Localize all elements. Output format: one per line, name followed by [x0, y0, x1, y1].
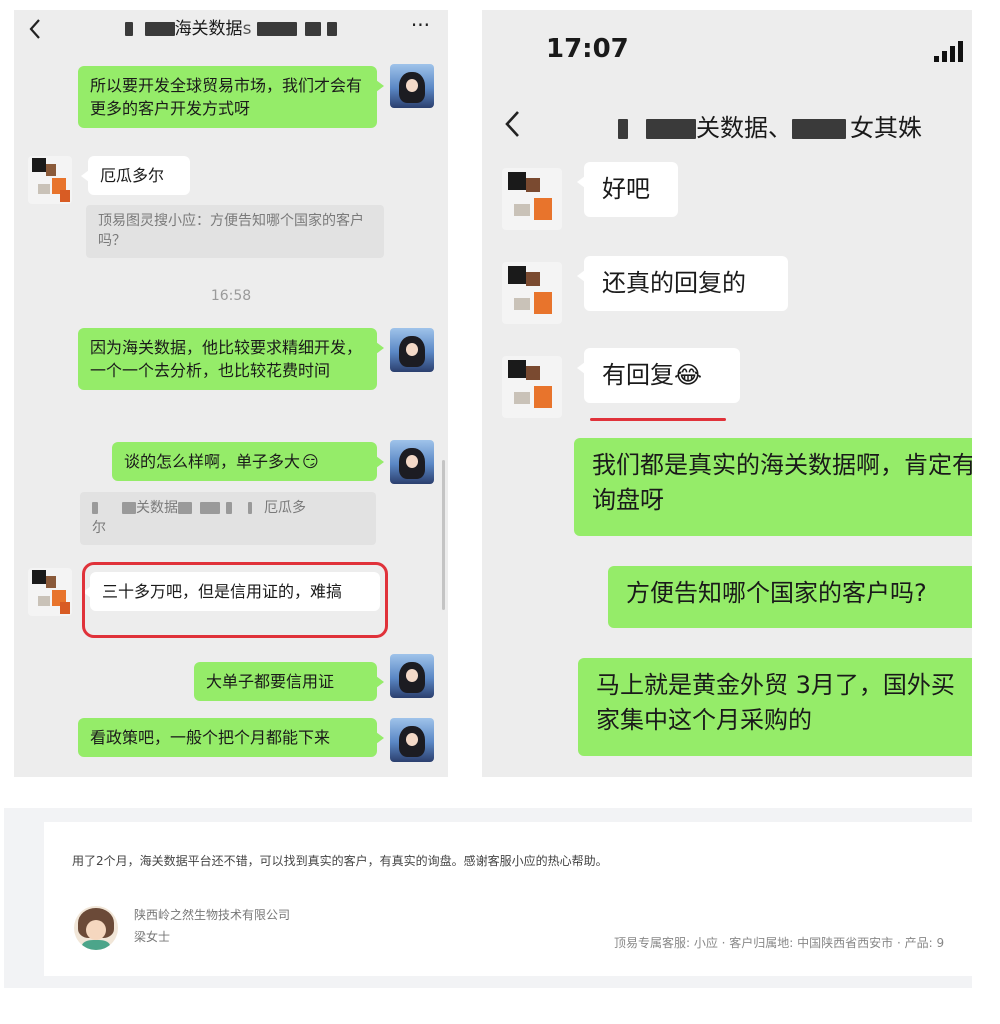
message-text: 厄瓜多尔 [100, 166, 165, 185]
chat-title: 海关数据s [124, 19, 338, 39]
back-icon[interactable] [502, 106, 524, 146]
message-bubble-outgoing[interactable]: 谈的怎么样啊，单子多大 😏 [112, 442, 384, 482]
message-bubble-incoming[interactable]: 厄瓜多尔 [81, 156, 190, 196]
highlight-underline [590, 418, 726, 421]
more-icon[interactable]: ··· [411, 10, 430, 44]
message-text: 我们都是真实的海关数据啊，肯定有询盘呀 [592, 451, 972, 514]
contact-avatar[interactable] [502, 262, 562, 324]
highlight-box [82, 562, 388, 638]
contact-avatar[interactable] [502, 168, 562, 230]
contact-avatar[interactable] [28, 568, 72, 616]
reviewer-name: 梁女士 [134, 930, 171, 944]
left-chat-screenshot: 海关数据s ··· 所以要开发全球贸易市场，我们才会有更多的客户开发方式呀 厄瓜… [14, 10, 448, 777]
quoted-reply[interactable]: 顶易图灵搜小应：方便告知哪个国家的客户吗？ [86, 205, 384, 258]
reviewer-company: 陕西岭之然生物技术有限公司 [134, 908, 291, 922]
message-bubble-incoming[interactable]: 好吧 [577, 162, 678, 217]
message-bubble-outgoing[interactable]: 大单子都要信用证 [194, 662, 384, 702]
timestamp: 16:58 [210, 288, 252, 304]
message-bubble-outgoing[interactable]: 因为海关数据，他比较要求精细开发，一个一个去分析，也比较花费时间 [78, 328, 384, 391]
my-avatar[interactable] [390, 718, 434, 762]
message-bubble-outgoing[interactable]: 方便告知哪个国家的客户吗? [608, 566, 972, 628]
message-text: 看政策吧，一般个把个月都能下来 [90, 728, 331, 747]
my-avatar[interactable] [390, 654, 434, 698]
message-bubble-incoming[interactable]: 有回复😂 [577, 348, 740, 403]
message-text: 还真的回复的 [602, 269, 746, 297]
reviewer-avatar [74, 906, 118, 950]
contact-avatar[interactable] [28, 156, 72, 204]
my-avatar[interactable] [390, 328, 434, 372]
review-meta: 顶易专属客服: 小应 · 客户归属地: 中国陕西省西安市 · 产品: 9 [614, 936, 945, 950]
message-text: 所以要开发全球贸易市场，我们才会有更多的客户开发方式呀 [90, 76, 363, 119]
contact-avatar[interactable] [502, 356, 562, 418]
chat-title: 关数据、 女其姝 [618, 108, 922, 143]
message-text: 方便告知哪个国家的客户吗? [626, 579, 927, 607]
message-bubble-outgoing[interactable]: 我们都是真实的海关数据啊，肯定有询盘呀 [574, 438, 972, 536]
right-chat-screenshot: 17:07 关数据、 女其姝 好吧 还真的回复的 有回复😂 我们都是真实的海关数… [482, 10, 972, 777]
left-chat-header: 海关数据s ··· [14, 10, 448, 50]
message-bubble-outgoing[interactable]: 所以要开发全球贸易市场，我们才会有更多的客户开发方式呀 [78, 66, 384, 129]
message-text: 有回复 [602, 361, 674, 389]
message-text: 谈的怎么样啊，单子多大 [124, 452, 301, 471]
message-text: 大单子都要信用证 [206, 672, 335, 691]
message-bubble-outgoing[interactable]: 马上就是黄金外贸 3月了，国外买家集中这个月采购的 [578, 658, 972, 756]
my-avatar[interactable] [390, 440, 434, 484]
my-avatar[interactable] [390, 64, 434, 108]
quoted-text: 顶易图灵搜小应：方便告知哪个国家的客户吗？ [98, 213, 364, 250]
laughing-emoji-icon: 😂 [674, 361, 703, 389]
smirk-emoji-icon: 😏 [302, 452, 319, 471]
message-bubble-outgoing[interactable]: 看政策吧，一般个把个月都能下来 [78, 718, 384, 758]
right-chat-header: 关数据、 女其姝 [482, 102, 972, 152]
message-text: 好吧 [602, 175, 650, 203]
message-bubble-incoming[interactable]: 还真的回复的 [577, 256, 788, 311]
quoted-reply[interactable]: 关数据 厄瓜多尔 [80, 492, 376, 545]
message-text: 因为海关数据，他比较要求精细开发，一个一个去分析，也比较花费时间 [90, 338, 363, 381]
message-text: 马上就是黄金外贸 3月了，国外买家集中这个月采购的 [596, 671, 955, 734]
back-icon[interactable] [28, 10, 42, 61]
status-bar-time: 17:07 [546, 34, 629, 64]
signal-bars-icon [934, 40, 972, 62]
review-card: 用了2个月，海关数据平台还不错，可以找到真实的客户，有真实的询盘。感谢客服小应的… [44, 822, 972, 976]
scrollbar[interactable] [442, 460, 445, 610]
review-comment: 用了2个月，海关数据平台还不错，可以找到真实的客户，有真实的询盘。感谢客服小应的… [72, 854, 608, 868]
